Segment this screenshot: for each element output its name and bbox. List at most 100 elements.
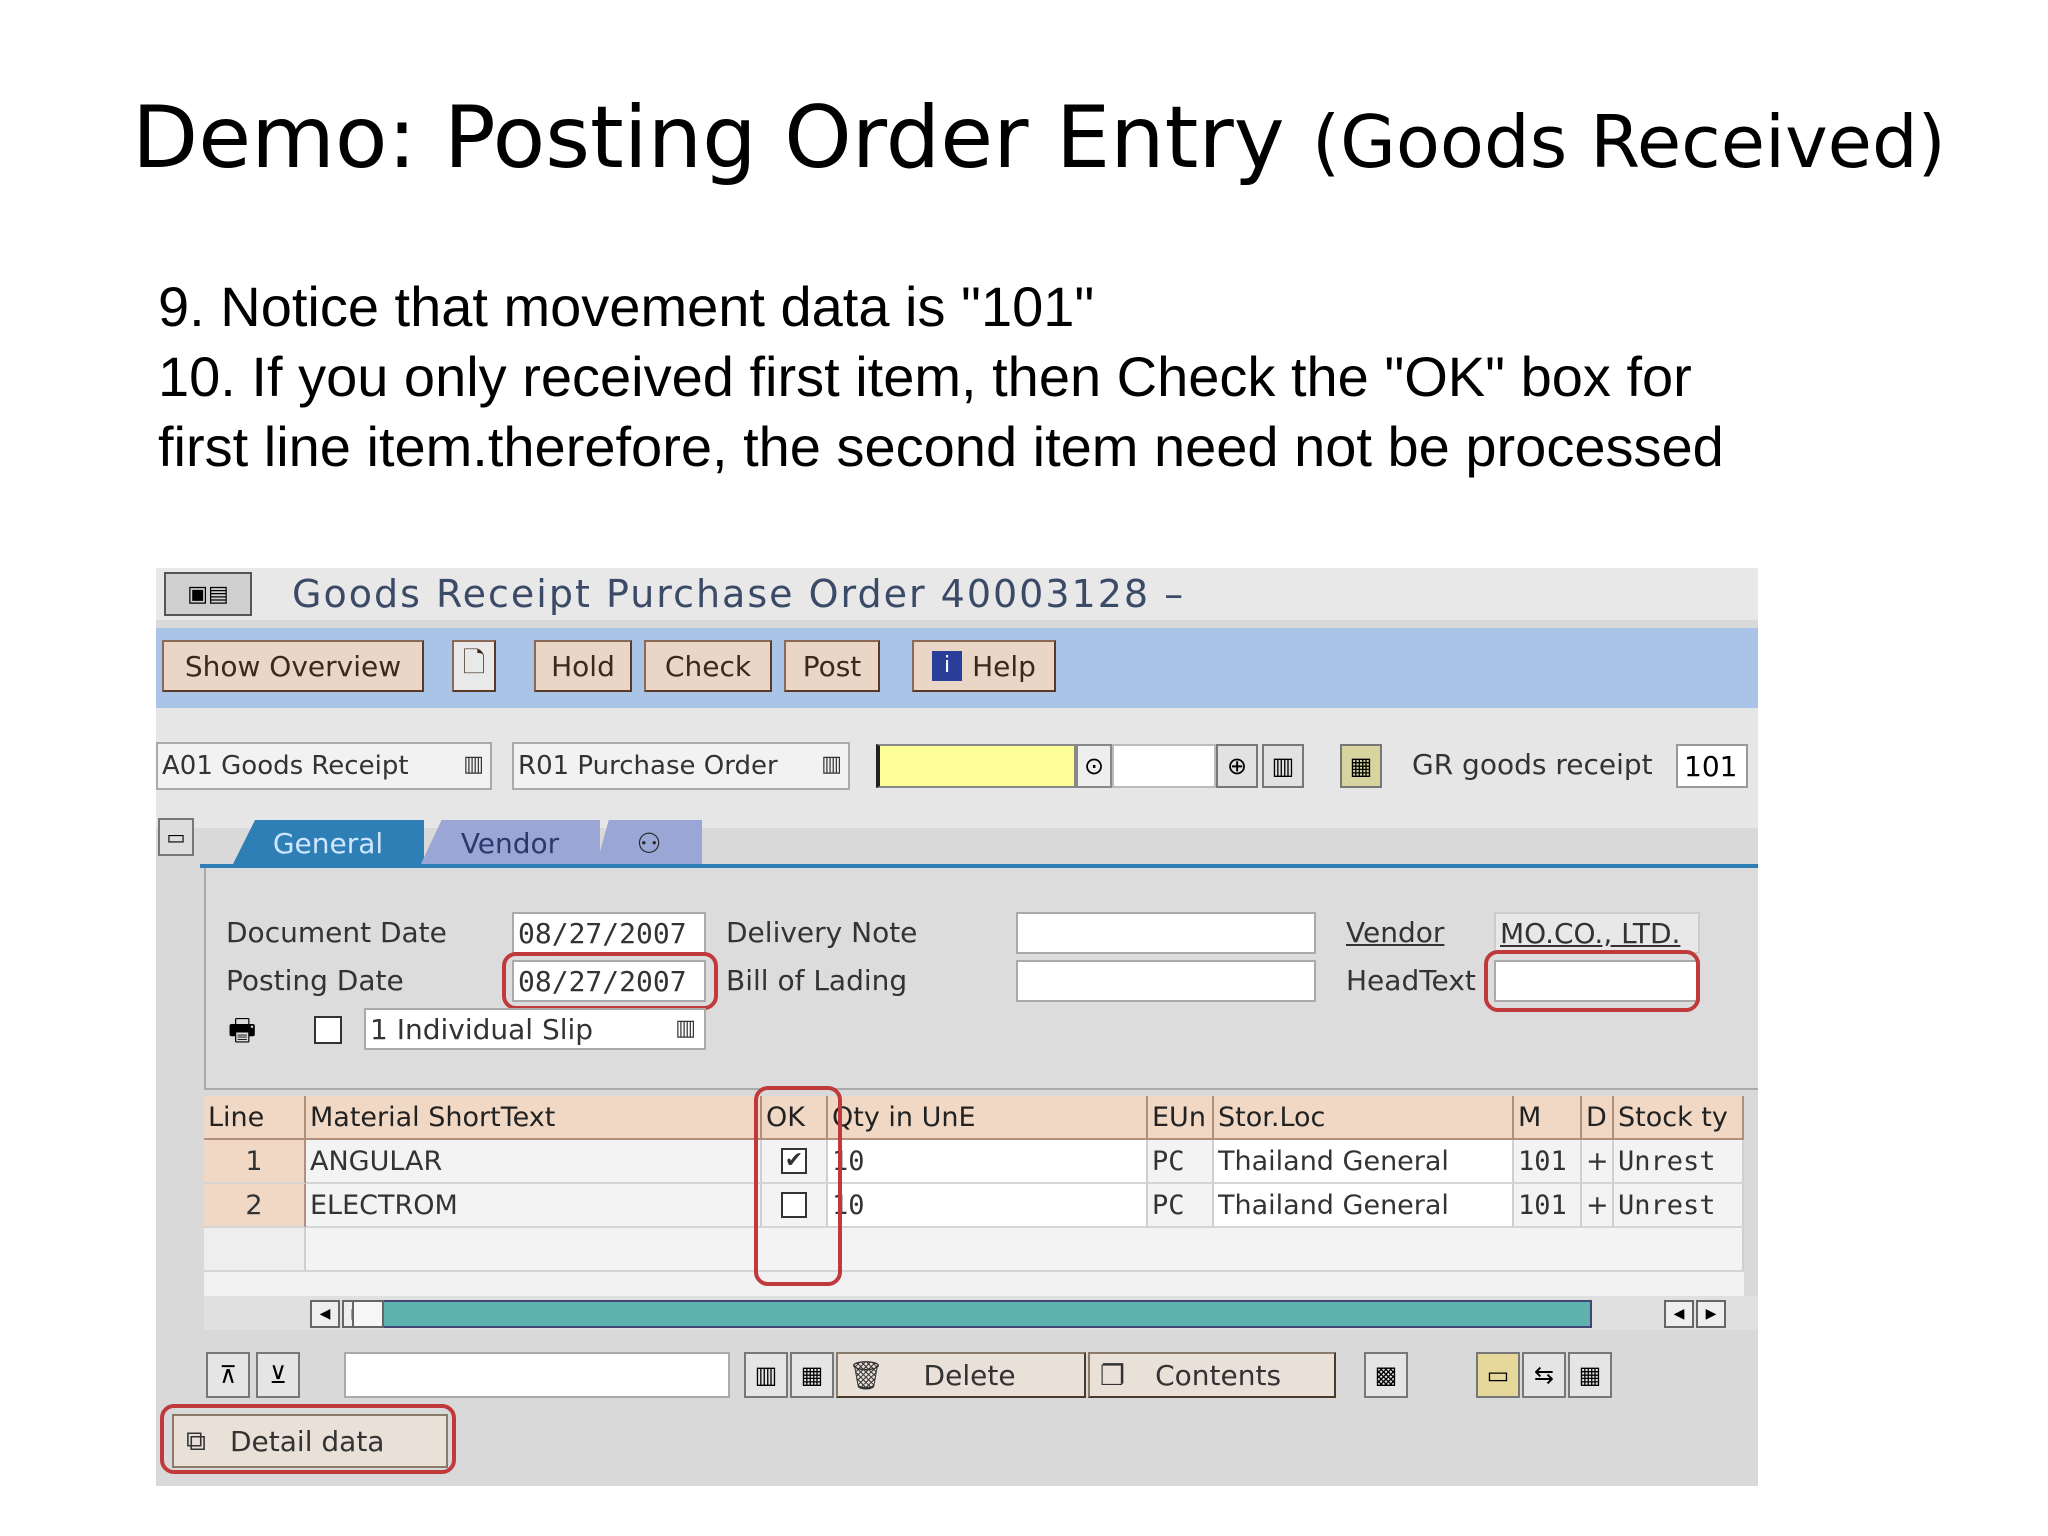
reference-select[interactable]: R01 Purchase Order ▥ <box>512 742 850 790</box>
col-header-stock[interactable]: Stock ty <box>1614 1096 1744 1140</box>
system-menu-icon[interactable]: ▣▤ <box>164 572 252 616</box>
search-help-icon[interactable]: ⊙ <box>1076 744 1112 788</box>
scroll-left-icon[interactable]: ◀ <box>310 1300 340 1328</box>
bill-of-lading-label: Bill of Lading <box>726 964 908 997</box>
instructions: 9. Notice that movement data is "101" 10… <box>158 272 1724 482</box>
scroll-right-end-icon[interactable]: ▶ <box>1696 1300 1726 1328</box>
slip-type-select[interactable]: 1 Individual Slip ▥ <box>364 1008 706 1050</box>
table-row-empty <box>306 1228 1744 1272</box>
gr-goods-receipt-label: GR goods receipt <box>1412 748 1653 781</box>
table-cell-qty[interactable]: 10 <box>828 1140 1148 1184</box>
table-row-line[interactable]: 1 <box>204 1140 306 1184</box>
general-panel: Document Date 08/27/2007 Delivery Note V… <box>204 868 1758 1090</box>
post-button[interactable]: Post <box>784 640 880 692</box>
tab-partner[interactable]: ⚇ <box>596 820 702 866</box>
table-horizontal-scrollbar[interactable]: ◀ ▶ ◀ ▶ <box>204 1296 1758 1330</box>
delivery-note-field[interactable] <box>1016 912 1316 954</box>
collapse-header-icon[interactable]: ▭ <box>158 818 194 856</box>
folder-icon[interactable]: ▭ <box>1476 1352 1520 1398</box>
col-header-qty[interactable]: Qty in UnE <box>828 1096 1148 1140</box>
bill-of-lading-field[interactable] <box>1016 960 1316 1002</box>
tab-vendor[interactable]: Vendor <box>420 820 600 866</box>
contents-label: Contents <box>1155 1358 1282 1392</box>
vendor-name-field: MO.CO., LTD. <box>1494 912 1700 954</box>
table-cell-m: 101 <box>1514 1140 1582 1184</box>
slide-title-main: Demo: Posting Order Entry <box>132 88 1285 188</box>
reference-value: R01 Purchase Order <box>518 751 778 781</box>
scroll-thumb[interactable] <box>352 1300 384 1328</box>
dropdown-icon: ▥ <box>463 752 484 777</box>
table-cell-eun: PC <box>1148 1184 1214 1228</box>
table-cell-storloc[interactable]: Thailand General <box>1214 1184 1514 1228</box>
table-cell-stock[interactable]: Unrest <box>1614 1184 1744 1228</box>
items-table: Line Material ShortText OK Qty in UnE EU… <box>204 1086 1744 1296</box>
col-header-m[interactable]: M <box>1514 1096 1582 1140</box>
ok-column-highlight <box>754 1086 842 1286</box>
table-row-line[interactable]: 2 <box>204 1184 306 1228</box>
transaction-value: A01 Goods Receipt <box>162 751 409 781</box>
check-button[interactable]: Check <box>644 640 772 692</box>
col-header-storloc[interactable]: Stor.Loc <box>1214 1096 1514 1140</box>
col-header-material[interactable]: Material ShortText <box>306 1096 762 1140</box>
find-icon[interactable]: ▥ <box>1262 744 1304 788</box>
col-header-line[interactable]: Line <box>204 1096 306 1140</box>
movement-type-field[interactable]: 101 <box>1676 744 1748 788</box>
table-cell-m: 101 <box>1514 1184 1582 1228</box>
find-icon[interactable]: ▥ <box>744 1352 788 1398</box>
instruction-line: 10. If you only received first item, the… <box>158 345 1692 408</box>
transaction-header: A01 Goods Receipt ▥ R01 Purchase Order ▥… <box>156 708 1758 828</box>
po-number-input[interactable] <box>876 744 1076 788</box>
table-row-empty <box>204 1228 306 1272</box>
application-toolbar: Show Overview 🗋 Hold Check Post i Help <box>156 628 1758 708</box>
slide-title-sub: (Goods Received) <box>1312 100 1946 184</box>
window-title: Goods Receipt Purchase Order 40003128 – <box>292 572 1186 616</box>
deselect-all-icon[interactable]: ⊻ <box>256 1352 300 1398</box>
table-cell-d: + <box>1582 1140 1614 1184</box>
delete-button[interactable]: 🗑 Delete <box>836 1352 1086 1398</box>
layout-icon[interactable]: ▩ <box>1364 1352 1408 1398</box>
table-cell-material: ELECTROM <box>306 1184 762 1228</box>
settings-icon[interactable]: ▦ <box>1340 744 1382 788</box>
trash-icon: 🗑 <box>848 1358 884 1392</box>
sap-window: ▣▤ Goods Receipt Purchase Order 40003128… <box>156 568 1758 1486</box>
contents-button[interactable]: ❐ Contents <box>1088 1352 1336 1398</box>
table-cell-storloc[interactable]: Thailand General <box>1214 1140 1514 1184</box>
vendor-link[interactable]: Vendor <box>1346 916 1444 949</box>
print-checkbox[interactable] <box>314 1016 342 1044</box>
col-header-eun[interactable]: EUn <box>1148 1096 1214 1140</box>
execute-icon[interactable]: ⊕ <box>1216 744 1258 788</box>
help-button[interactable]: i Help <box>912 640 1056 692</box>
table-cell-qty[interactable]: 10 <box>828 1184 1148 1228</box>
scroll-left-end-icon[interactable]: ◀ <box>1664 1300 1694 1328</box>
col-header-d[interactable]: D <box>1582 1096 1614 1140</box>
network-icon[interactable]: ▦ <box>1568 1352 1612 1398</box>
partner-icon: ⚇ <box>636 826 662 860</box>
table-toolbar: ⊼ ⊻ ▥ ▦ 🗑 Delete ❐ Contents ▩ ▭ ⇆ ▦ <box>204 1338 1758 1408</box>
contents-icon: ❐ <box>1100 1358 1126 1392</box>
document-date-label: Document Date <box>226 916 447 949</box>
delivery-note-label: Delivery Note <box>726 916 918 949</box>
select-all-icon[interactable]: ⊼ <box>206 1352 250 1398</box>
transaction-select[interactable]: A01 Goods Receipt ▥ <box>156 742 492 790</box>
hold-button[interactable]: Hold <box>534 640 632 692</box>
item-input[interactable] <box>1112 744 1216 788</box>
tab-general[interactable]: General <box>232 820 424 866</box>
table-search-input[interactable] <box>344 1352 730 1398</box>
title-bar: ▣▤ Goods Receipt Purchase Order 40003128… <box>156 568 1758 620</box>
new-document-icon[interactable]: 🗋 <box>452 640 496 692</box>
scroll-track[interactable] <box>352 1300 1592 1328</box>
detail-data-highlight <box>160 1404 456 1474</box>
show-overview-button[interactable]: Show Overview <box>162 640 424 692</box>
delete-label: Delete <box>923 1358 1016 1392</box>
find-next-icon[interactable]: ▦ <box>790 1352 834 1398</box>
instruction-line: first line item.therefore, the second it… <box>158 415 1724 478</box>
dropdown-icon: ▥ <box>675 1016 696 1041</box>
table-cell-d: + <box>1582 1184 1614 1228</box>
headtext-label: HeadText <box>1346 964 1476 997</box>
document-date-field[interactable]: 08/27/2007 <box>512 912 706 954</box>
compare-icon[interactable]: ⇆ <box>1522 1352 1566 1398</box>
table-cell-stock[interactable]: Unrest <box>1614 1140 1744 1184</box>
table-cell-eun: PC <box>1148 1140 1214 1184</box>
help-label: Help <box>972 649 1036 683</box>
print-icon[interactable]: 🖶 <box>228 1008 256 1059</box>
